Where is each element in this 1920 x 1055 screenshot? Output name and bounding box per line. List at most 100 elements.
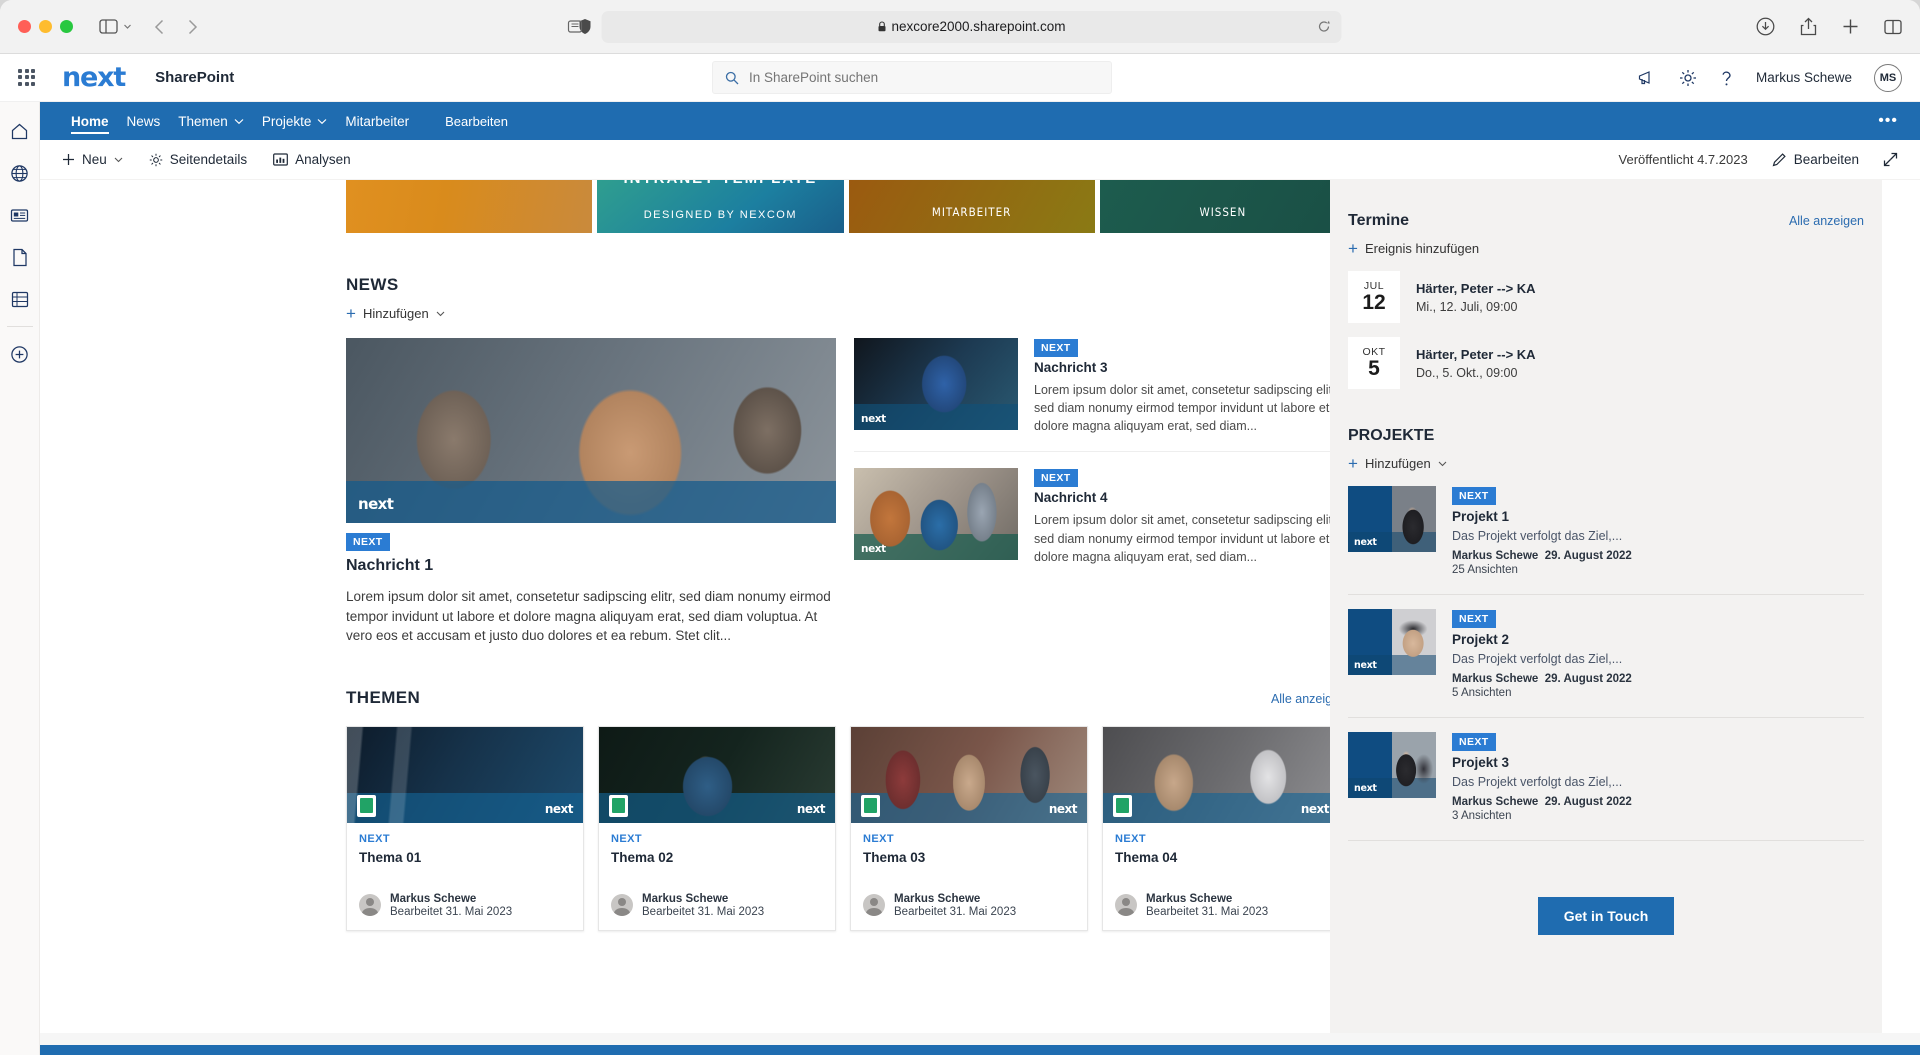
news-featured-card[interactable]: next NEXT Nachricht 1 Lorem ipsum dolor …: [346, 338, 836, 646]
close-window-button[interactable]: [18, 20, 31, 33]
nav-item-projekte[interactable]: Projekte: [253, 102, 337, 140]
next-watermark: next: [1354, 783, 1377, 794]
event-title[interactable]: Härter, Peter --> KA: [1416, 347, 1536, 362]
get-in-touch-button[interactable]: Get in Touch: [1537, 897, 1675, 935]
window-controls[interactable]: [18, 20, 73, 33]
projekte-add-button[interactable]: + Hinzufügen: [1348, 455, 1864, 472]
rail-item-global[interactable]: [0, 152, 40, 194]
app-launcher-icon[interactable]: [18, 68, 36, 87]
themen-card-date: Bearbeitet 31. Mai 2023: [894, 905, 1017, 918]
minimize-window-button[interactable]: [39, 20, 52, 33]
pencil-icon: [1772, 153, 1786, 167]
nav-item-mitarbeiter[interactable]: Mitarbeiter: [336, 102, 418, 140]
event-item[interactable]: JUL 12 Härter, Peter --> KA Mi., 12. Jul…: [1348, 271, 1864, 323]
search-box[interactable]: [712, 61, 1112, 94]
share-button[interactable]: [1800, 17, 1817, 36]
plus-icon: [63, 154, 74, 165]
rail-item-lists[interactable]: [0, 278, 40, 320]
reload-button[interactable]: [1318, 20, 1331, 33]
news-list-item[interactable]: next NEXT Nachricht 3 Lorem ipsum dolor …: [854, 338, 1346, 451]
rail-item-news[interactable]: [0, 194, 40, 236]
projekt-item[interactable]: next NEXT Projekt 1 Das Projekt verfolgt…: [1348, 486, 1864, 576]
nav-item-news[interactable]: News: [118, 102, 170, 140]
rail-item-pages[interactable]: [0, 236, 40, 278]
news-list-item[interactable]: next NEXT Nachricht 4 Lorem ipsum dolor …: [854, 451, 1346, 581]
news-add-button[interactable]: + Hinzufügen: [346, 305, 1346, 322]
plus-icon: +: [1348, 239, 1358, 258]
projekt-title[interactable]: Projekt 3: [1452, 755, 1632, 770]
themen-card[interactable]: next NEXT Thema 01 Markus Schewe Bearbei…: [346, 725, 584, 931]
themen-card-title[interactable]: Thema 03: [863, 850, 1075, 865]
projekt-thumbnail: next: [1348, 486, 1436, 552]
nav-overflow-button[interactable]: •••: [1878, 112, 1920, 130]
home-icon: [11, 123, 28, 139]
search-input[interactable]: [749, 70, 1099, 85]
add-event-button[interactable]: + Ereignis hinzufügen: [1348, 240, 1864, 257]
projekt-thumbnail: next: [1348, 609, 1436, 675]
search-icon: [725, 71, 739, 85]
back-button[interactable]: [154, 19, 165, 35]
page-details-button[interactable]: Seitendetails: [149, 152, 247, 167]
edit-page-button[interactable]: Bearbeiten: [1772, 152, 1859, 167]
analytics-button[interactable]: Analysen: [273, 152, 351, 167]
gear-icon[interactable]: [1679, 69, 1697, 87]
megaphone-icon[interactable]: [1638, 70, 1657, 86]
themen-card-footer: Markus Schewe Bearbeitet 31. Mai 2023: [359, 893, 571, 918]
themen-card-footer: Markus Schewe Bearbeitet 31. Mai 2023: [863, 893, 1075, 918]
downloads-button[interactable]: [1756, 17, 1775, 36]
projekt-item[interactable]: next NEXT Projekt 3 Das Projekt verfolgt…: [1348, 732, 1864, 822]
themen-header: THEMEN Alle anzeigen: [346, 688, 1346, 708]
rail-item-create[interactable]: [0, 333, 40, 375]
hero-tile-1[interactable]: [346, 180, 593, 233]
termine-see-all-link[interactable]: Alle anzeigen: [1789, 214, 1864, 228]
nav-item-home[interactable]: Home: [62, 102, 118, 140]
new-tab-button[interactable]: [1842, 18, 1859, 35]
themen-card-title[interactable]: Thema 01: [359, 850, 571, 865]
themen-card-image: next: [1103, 726, 1339, 823]
sidebar-toggle-button[interactable]: [99, 19, 132, 34]
next-watermark: next: [861, 413, 886, 425]
nav-item-label: News: [126, 113, 161, 129]
user-name-label[interactable]: Markus Schewe: [1756, 70, 1852, 85]
rail-item-home[interactable]: [0, 110, 40, 152]
themen-card-title[interactable]: Thema 02: [611, 850, 823, 865]
event-title[interactable]: Härter, Peter --> KA: [1416, 281, 1536, 296]
reader-view-icon[interactable]: [567, 20, 583, 33]
themen-card-author: Markus Schewe: [390, 892, 477, 905]
themen-card-footer: Markus Schewe Bearbeitet 31. Mai 2023: [611, 893, 823, 918]
projekt-title[interactable]: Projekt 1: [1452, 509, 1632, 524]
hero-tile-3[interactable]: MITARBEITER: [848, 180, 1095, 233]
nav-item-themen[interactable]: Themen: [169, 102, 253, 140]
news-featured-image: next: [346, 338, 836, 523]
projekt-title[interactable]: Projekt 2: [1452, 632, 1632, 647]
nav-item-label: Projekte: [261, 113, 312, 129]
event-item[interactable]: OKT 5 Härter, Peter --> KA Do., 5. Okt.,…: [1348, 337, 1864, 389]
hero-banner[interactable]: INTRANET TEMPLATE DESIGNED BY NEXCOM MIT…: [346, 180, 1346, 233]
maximize-window-button[interactable]: [60, 20, 73, 33]
themen-card[interactable]: next NEXT Thema 04 Markus Schewe Bearbei…: [1102, 725, 1340, 931]
projekt-tag: NEXT: [1452, 487, 1496, 505]
news-featured-title[interactable]: Nachricht 1: [346, 557, 836, 575]
expand-button[interactable]: [1883, 152, 1898, 167]
excel-file-icon: [861, 794, 880, 817]
hero-tile-4[interactable]: WISSEN: [1099, 180, 1346, 233]
themen-card[interactable]: next NEXT Thema 02 Markus Schewe Bearbei…: [598, 725, 836, 931]
themen-card[interactable]: next NEXT Thema 03 Markus Schewe Bearbei…: [850, 725, 1088, 931]
projekte-header: PROJEKTE: [1348, 427, 1864, 445]
help-icon[interactable]: [1719, 69, 1734, 87]
news-item-tag: NEXT: [1034, 469, 1078, 488]
themen-section: THEMEN Alle anzeigen next NEXT Thema 01 …: [346, 688, 1346, 931]
brand-logo[interactable]: next: [62, 62, 126, 93]
hero-tile-2[interactable]: INTRANET TEMPLATE DESIGNED BY NEXCOM: [597, 180, 844, 233]
nav-edit-button[interactable]: Bearbeiten: [436, 102, 517, 140]
news-item-title[interactable]: Nachricht 3: [1034, 360, 1346, 375]
projekt-item[interactable]: next NEXT Projekt 2 Das Projekt verfolgt…: [1348, 609, 1864, 699]
site-title[interactable]: SharePoint: [155, 69, 234, 86]
themen-card-title[interactable]: Thema 04: [1115, 850, 1327, 865]
news-item-title[interactable]: Nachricht 4: [1034, 490, 1346, 505]
new-button[interactable]: Neu: [62, 152, 123, 167]
forward-button[interactable]: [187, 19, 198, 35]
address-bar[interactable]: nexcore2000.sharepoint.com: [567, 10, 1342, 43]
tab-overview-button[interactable]: [1884, 19, 1902, 35]
avatar[interactable]: MS: [1874, 63, 1902, 92]
